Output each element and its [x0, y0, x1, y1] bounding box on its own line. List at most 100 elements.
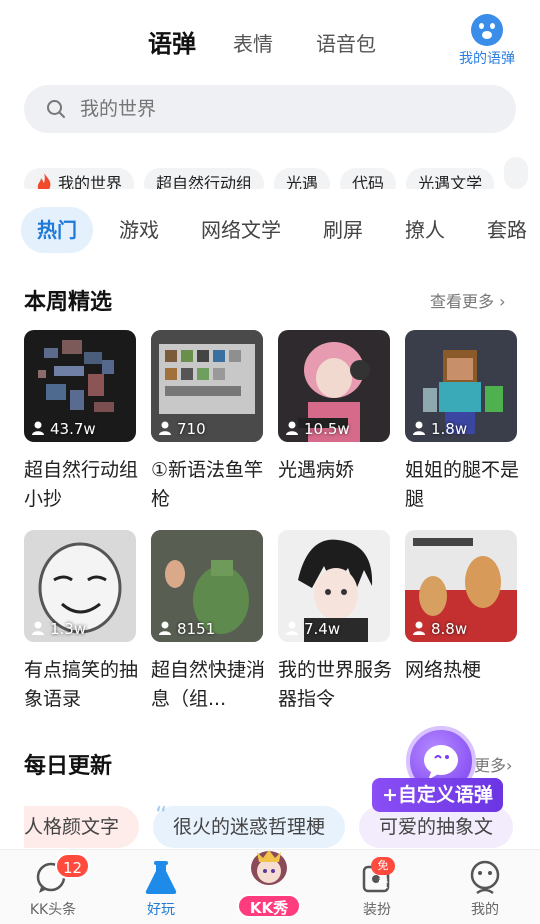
mascot-face-icon: [471, 14, 503, 46]
use-count-value: 8151: [177, 620, 216, 638]
nav-mine[interactable]: 我的: [440, 850, 530, 924]
category-hot[interactable]: 热门: [21, 207, 93, 253]
use-count: 8.8w: [413, 620, 467, 638]
card-title: 有点搞笑的抽象语录: [24, 659, 139, 710]
nav-label: 装扮: [363, 902, 391, 918]
category-flirt[interactable]: 撩人: [389, 207, 461, 253]
chip-item[interactable]: 光遇文学: [406, 168, 495, 189]
use-count-value: 1.8w: [431, 420, 468, 438]
nav-fun[interactable]: 好玩: [116, 850, 206, 924]
person-icon: [32, 421, 44, 435]
smiley-face-icon: [467, 859, 503, 895]
card-thumbnail: 43.7w: [24, 330, 136, 442]
card-thumbnail: 710: [151, 330, 263, 442]
search-icon: [47, 100, 65, 118]
weekly-see-more-link[interactable]: 查看更多 ›: [430, 288, 506, 312]
nav-dress-up[interactable]: 免费 装扮: [332, 850, 422, 924]
card-title: 光遇病娇: [278, 459, 355, 481]
my-yudan-button[interactable]: 我的语弹: [452, 14, 522, 68]
chip-item[interactable]: 代码: [340, 168, 397, 189]
chip-item[interactable]: 光遇: [274, 168, 331, 189]
tab-biaoqing[interactable]: 表情: [233, 28, 273, 57]
category-tabs: 热门 游戏 网络文学 刷屏 撩人 套路: [21, 207, 540, 253]
dress-up-icon: 免费: [359, 857, 395, 895]
flask-icon: [143, 859, 179, 895]
card-item[interactable]: 710 ①新语法鱼竿枪: [151, 330, 263, 514]
chevron-right-icon: ›: [499, 292, 506, 311]
use-count-value: 8.8w: [431, 620, 468, 638]
card-item[interactable]: 8151 超自然快捷消息（组...: [151, 530, 265, 714]
kk-show-label[interactable]: KK秀: [237, 894, 301, 918]
person-icon: [159, 421, 171, 435]
person-icon: [286, 421, 298, 435]
card-title: ①新语法鱼竿枪: [151, 459, 264, 510]
nav-kk-headlines[interactable]: 12 KK头条: [8, 850, 98, 924]
chip-item[interactable]: 超自然行动组: [144, 168, 265, 189]
use-count: 710: [159, 420, 206, 438]
category-spam[interactable]: 刷屏: [307, 207, 379, 253]
card-thumbnail: 10.5w: [278, 330, 390, 442]
chip-minecraft[interactable]: 我的世界: [24, 168, 135, 189]
category-web-literature[interactable]: 网络文学: [185, 207, 297, 253]
nav-label: 好玩: [147, 902, 175, 918]
custom-yudan-fab[interactable]: +自定义语弹: [372, 724, 516, 816]
search-input[interactable]: [80, 85, 480, 133]
fire-icon: [37, 173, 51, 189]
person-icon: [413, 621, 425, 635]
custom-yudan-label: +自定义语弹: [372, 778, 503, 812]
card-title: 我的世界服务器指令: [278, 659, 393, 710]
use-count: 1.8w: [413, 420, 467, 438]
card-thumbnail: 8151: [151, 530, 263, 642]
card-title: 超自然快捷消息（组...: [151, 659, 266, 710]
daily-chip-label: 很火的迷惑哲理梗: [173, 816, 326, 838]
my-yudan-label: 我的语弹: [459, 51, 515, 67]
quote-icon: “: [155, 806, 168, 829]
use-count: 7.4w: [286, 620, 340, 638]
person-icon: [286, 621, 298, 635]
use-count-value: 7.4w: [304, 620, 341, 638]
message-icon: 12: [35, 853, 91, 895]
person-icon: [413, 421, 425, 435]
card-thumbnail: 1.3w: [24, 530, 136, 642]
chip-item[interactable]: [504, 157, 529, 189]
card-item[interactable]: 43.7w 超自然行动组小抄: [24, 330, 138, 514]
daily-chip[interactable]: “很火的迷惑哲理梗: [153, 806, 346, 848]
use-count-value: 10.5w: [304, 420, 350, 438]
daily-chip[interactable]: 人格颜文字: [24, 806, 140, 848]
use-count-value: 43.7w: [50, 420, 96, 438]
unread-badge: 12: [55, 853, 91, 879]
card-thumbnail: 8.8w: [405, 530, 517, 642]
person-icon: [159, 621, 171, 635]
daily-update-title: 每日更新: [24, 754, 113, 779]
tab-yudan[interactable]: 语弹: [148, 24, 196, 59]
card-thumbnail: 7.4w: [278, 530, 390, 642]
use-count-value: 710: [177, 420, 206, 438]
card-item[interactable]: 8.8w 网络热梗: [405, 530, 517, 714]
use-count: 1.3w: [32, 620, 86, 638]
see-more-label: 查看更多: [430, 292, 495, 311]
search-bar[interactable]: [24, 85, 516, 133]
use-count: 10.5w: [286, 420, 350, 438]
nav-label: KK头条: [29, 902, 77, 918]
hot-search-chips: 我的世界 超自然行动组 光遇 代码 光遇文学: [24, 157, 540, 189]
chip-label: 我的世界: [58, 174, 123, 189]
use-count: 43.7w: [32, 420, 96, 438]
free-tag: 免费: [371, 857, 395, 890]
category-games[interactable]: 游戏: [103, 207, 175, 253]
avatar-character-icon: [247, 844, 291, 888]
card-title: 超自然行动组小抄: [24, 459, 139, 510]
use-count: 8151: [159, 620, 215, 638]
card-item[interactable]: 7.4w 我的世界服务器指令: [278, 530, 392, 714]
card-title: 网络热梗: [405, 659, 482, 681]
person-icon: [32, 621, 44, 635]
weekly-picks-title: 本周精选: [24, 290, 113, 315]
tab-yuyinbao[interactable]: 语音包: [316, 28, 376, 57]
use-count-value: 1.3w: [50, 620, 87, 638]
card-item[interactable]: 1.8w 姐姐的腿不是腿: [405, 330, 519, 514]
card-item[interactable]: 1.3w 有点搞笑的抽象语录: [24, 530, 138, 714]
card-title: 姐姐的腿不是腿: [405, 459, 520, 510]
card-thumbnail: 1.8w: [405, 330, 517, 442]
category-routine[interactable]: 套路: [471, 207, 540, 253]
card-item[interactable]: 10.5w 光遇病娇: [278, 330, 390, 514]
nav-label: 我的: [471, 902, 499, 918]
